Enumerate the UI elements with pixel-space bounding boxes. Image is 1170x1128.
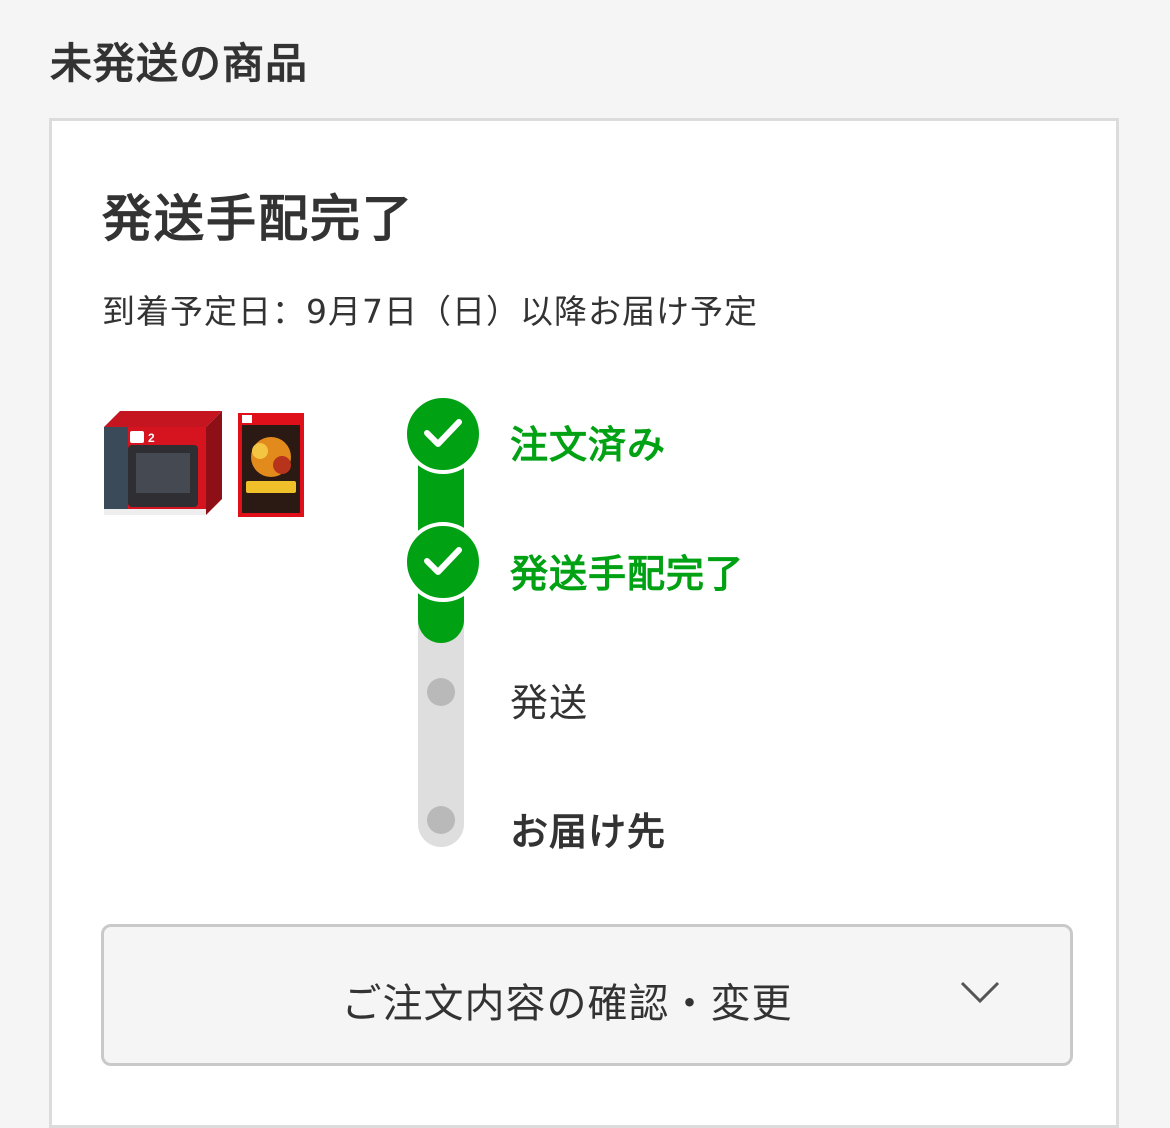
- section-title: 未発送の商品: [50, 39, 309, 88]
- step-3-label: 発送: [510, 681, 589, 725]
- order-details-label: ご注文内容の確認・変更: [341, 981, 793, 1027]
- game-package-image: [238, 413, 304, 517]
- progress-track: [418, 411, 464, 847]
- step-4-label: お届け先: [510, 810, 667, 854]
- arrival-date: 到着予定日：9月7日（日）以降お届け予定: [102, 292, 758, 331]
- step-3-dot-icon: [427, 678, 455, 706]
- console-box-image: 2: [104, 411, 222, 515]
- step-1-label: 注文済み: [510, 423, 667, 467]
- step-2-check-icon: [403, 522, 483, 602]
- order-card: 発送手配完了 到着予定日：9月7日（日）以降お届け予定 2 注文済み 発送手配完…: [49, 118, 1119, 1128]
- order-details-button[interactable]: ご注文内容の確認・変更: [101, 924, 1073, 1066]
- step-4-dot-icon: [427, 806, 455, 834]
- status-heading: 発送手配完了: [102, 190, 414, 248]
- svg-text:2: 2: [148, 431, 155, 445]
- chevron-down-icon: [960, 981, 1000, 1004]
- product-images[interactable]: 2: [100, 409, 310, 519]
- step-1-check-icon: [403, 394, 483, 474]
- step-2-label: 発送手配完了: [510, 552, 745, 596]
